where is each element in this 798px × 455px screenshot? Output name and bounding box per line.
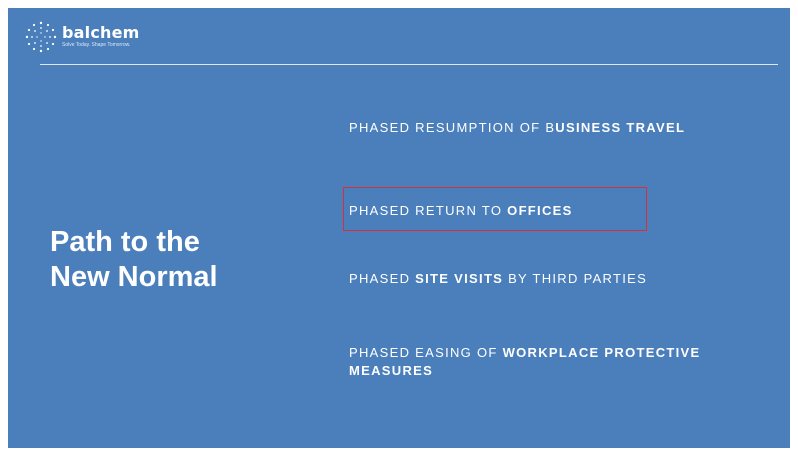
item-text-normal: PHASED RETURN TO bbox=[349, 203, 508, 218]
header-divider bbox=[40, 64, 778, 65]
list-item-offices[interactable]: PHASED RETURN TO OFFICES bbox=[349, 202, 769, 220]
brand-logo: balchem Solve Today. Shape Tomorrow. bbox=[24, 20, 140, 54]
item-text-bold: USINESS TRAVEL bbox=[555, 120, 686, 135]
item-text-normal: PHASED EASING OF bbox=[349, 345, 503, 360]
brand-name: balchem bbox=[62, 23, 140, 42]
slide: balchem Solve Today. Shape Tomorrow. Pat… bbox=[8, 8, 790, 448]
list-item-site-visits: PHASED SITE VISITS BY THIRD PARTIES bbox=[349, 270, 769, 288]
item-text-bold: SITE VISITS bbox=[415, 271, 504, 286]
slide-title-line-1: Path to the bbox=[50, 226, 200, 258]
list-item-workplace-measures: PHASED EASING OF WORKPLACE PROTECTIVE ME… bbox=[349, 344, 769, 380]
slide-title-line-2: New Normal bbox=[50, 261, 218, 293]
item-text-tail: BY THIRD PARTIES bbox=[503, 271, 648, 286]
item-text-normal: PHASED RESUMPTION OF B bbox=[349, 120, 556, 135]
brand-text: balchem Solve Today. Shape Tomorrow. bbox=[62, 25, 140, 49]
dotted-sunburst-icon bbox=[25, 21, 57, 53]
slide-title: Path to the New Normal bbox=[50, 225, 218, 295]
item-text-bold: OFFICES bbox=[507, 203, 573, 218]
item-text-normal: PHASED bbox=[349, 271, 416, 286]
brand-tagline: Solve Today. Shape Tomorrow. bbox=[62, 42, 131, 48]
list-item-business-travel: PHASED RESUMPTION OF BUSINESS TRAVEL bbox=[349, 119, 769, 137]
